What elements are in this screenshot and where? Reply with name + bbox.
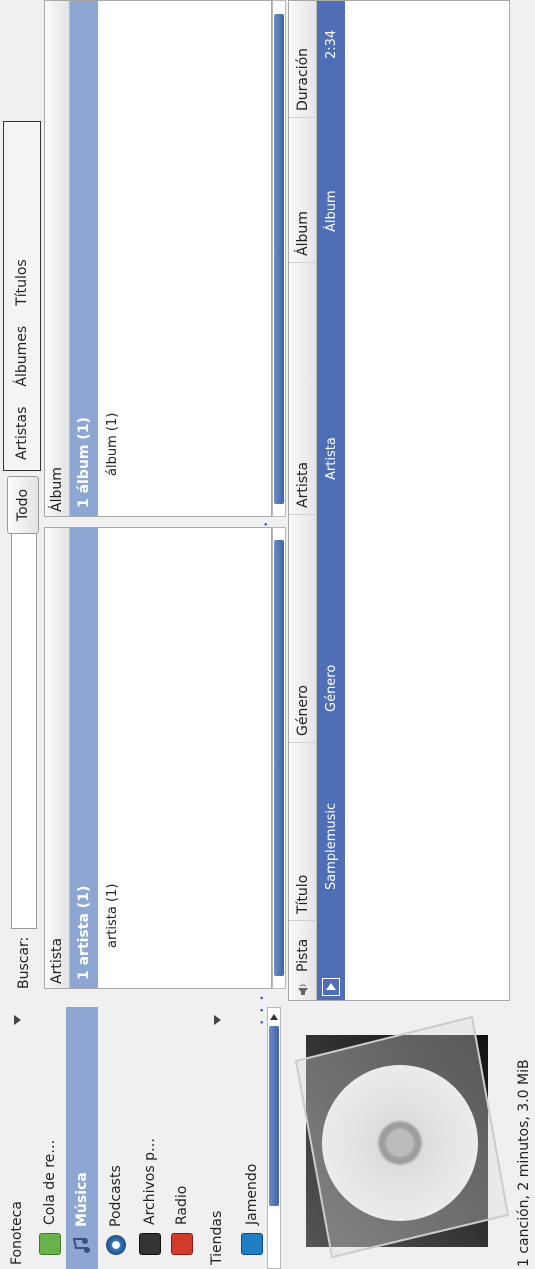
tab-titulos[interactable]: Títulos [14, 249, 30, 316]
pane-resize-handle[interactable]: • • • [258, 993, 268, 1025]
collapse-arrow-icon[interactable] [213, 1015, 221, 1025]
track-artista: Artista [323, 437, 339, 480]
track-list-header: Pista Título Género Artista Álbum Duraci… [289, 1, 317, 1000]
jamendo-icon [241, 1233, 263, 1255]
source-item-label: Cola de re… [42, 1139, 58, 1225]
podcast-icon [106, 1235, 126, 1255]
track-list: Pista Título Género Artista Álbum Duraci… [288, 0, 510, 1001]
music-note-icon [72, 1235, 92, 1255]
source-list-scrollbar[interactable] [267, 1007, 281, 1269]
library-header: Fonoteca [9, 1201, 25, 1265]
table-row[interactable]: Samplemusic Género Artista Álbum 2:34 [317, 1, 345, 1000]
track-album: Álbum [323, 190, 339, 232]
album-row-label: álbum (1) [104, 412, 120, 476]
source-item-label: Radio [174, 1185, 190, 1225]
column-header-genero[interactable]: Género [289, 514, 317, 742]
source-item-label: Jamendo [244, 1163, 260, 1225]
album-row-all[interactable]: 1 álbum (1) [70, 1, 98, 516]
document-icon [139, 1233, 161, 1255]
speaker-icon [289, 978, 317, 1000]
column-header-titulo[interactable]: Título [289, 742, 317, 920]
radio-icon [171, 1233, 193, 1255]
tab-artistas[interactable]: Artistas [14, 397, 30, 470]
source-item-podcasts[interactable]: Podcasts [100, 1007, 132, 1269]
source-item-music[interactable]: Música [66, 1007, 98, 1269]
source-item-documents[interactable]: Archivos p… [134, 1007, 166, 1269]
tab-albumes[interactable]: Álbumes [14, 316, 30, 397]
album-browser-scrollbar[interactable] [272, 0, 286, 517]
source-item-radio[interactable]: Radio [166, 1007, 198, 1269]
list-item[interactable]: álbum (1) [98, 1, 126, 516]
status-bar: 1 canción, 2 minutos, 3.0 MiB [512, 469, 535, 1269]
search-input[interactable] [11, 528, 37, 929]
column-header-album[interactable]: Álbum [289, 117, 317, 262]
source-item-label: Música [74, 1172, 90, 1227]
artist-browser: Artista 1 artista (1) artista (1) [44, 527, 272, 989]
artist-row-label: artista (1) [104, 883, 120, 948]
list-item[interactable]: artista (1) [98, 528, 126, 988]
track-genero: Género [323, 664, 339, 712]
rhythmbox-window: Fonoteca Cola de re… Música Podcasts Arc… [0, 0, 535, 1269]
source-list: Fonoteca Cola de re… Música Podcasts Arc… [0, 1007, 300, 1269]
collapse-arrow-icon[interactable] [13, 1015, 21, 1025]
source-item-play-queue[interactable]: Cola de re… [34, 1007, 66, 1269]
scrollbar-thumb[interactable] [274, 14, 284, 504]
source-item-label: Podcasts [108, 1165, 124, 1227]
artist-browser-scrollbar[interactable] [272, 527, 286, 989]
album-art [292, 1013, 512, 1261]
album-row-label: 1 álbum (1) [76, 417, 92, 508]
artist-column-header[interactable]: Artista [49, 938, 65, 984]
filter-all-label: Todo [15, 488, 31, 522]
scrollbar-thumb[interactable] [269, 1026, 279, 1206]
scroll-right-arrow-icon[interactable] [270, 1014, 278, 1020]
track-titulo: Samplemusic [323, 802, 339, 890]
album-column-header[interactable]: Álbum [49, 467, 65, 512]
artist-row-label: 1 artista (1) [76, 885, 92, 980]
column-header-duracion[interactable]: Duración [289, 0, 317, 117]
track-duracion: 2:34 [323, 29, 339, 59]
column-header-pista[interactable]: Pista [289, 920, 317, 978]
album-browser: Álbum 1 álbum (1) álbum (1) [44, 0, 272, 517]
source-item-jamendo[interactable]: Jamendo [236, 1007, 268, 1269]
status-text: 1 canción, 2 minutos, 3.0 MiB [515, 1059, 532, 1267]
filter-tabs: Artistas Álbumes Títulos [3, 121, 41, 471]
column-header-artista[interactable]: Artista [289, 262, 317, 514]
stores-header: Tiendas [209, 1210, 225, 1265]
search-label: Buscar: [16, 936, 32, 989]
source-item-label: Archivos p… [142, 1138, 158, 1225]
track-pista [317, 920, 345, 978]
filter-all-button[interactable]: Todo [7, 476, 39, 534]
scrollbar-thumb[interactable] [274, 540, 284, 976]
play-queue-icon [39, 1233, 61, 1255]
artist-row-all[interactable]: 1 artista (1) [70, 528, 98, 988]
